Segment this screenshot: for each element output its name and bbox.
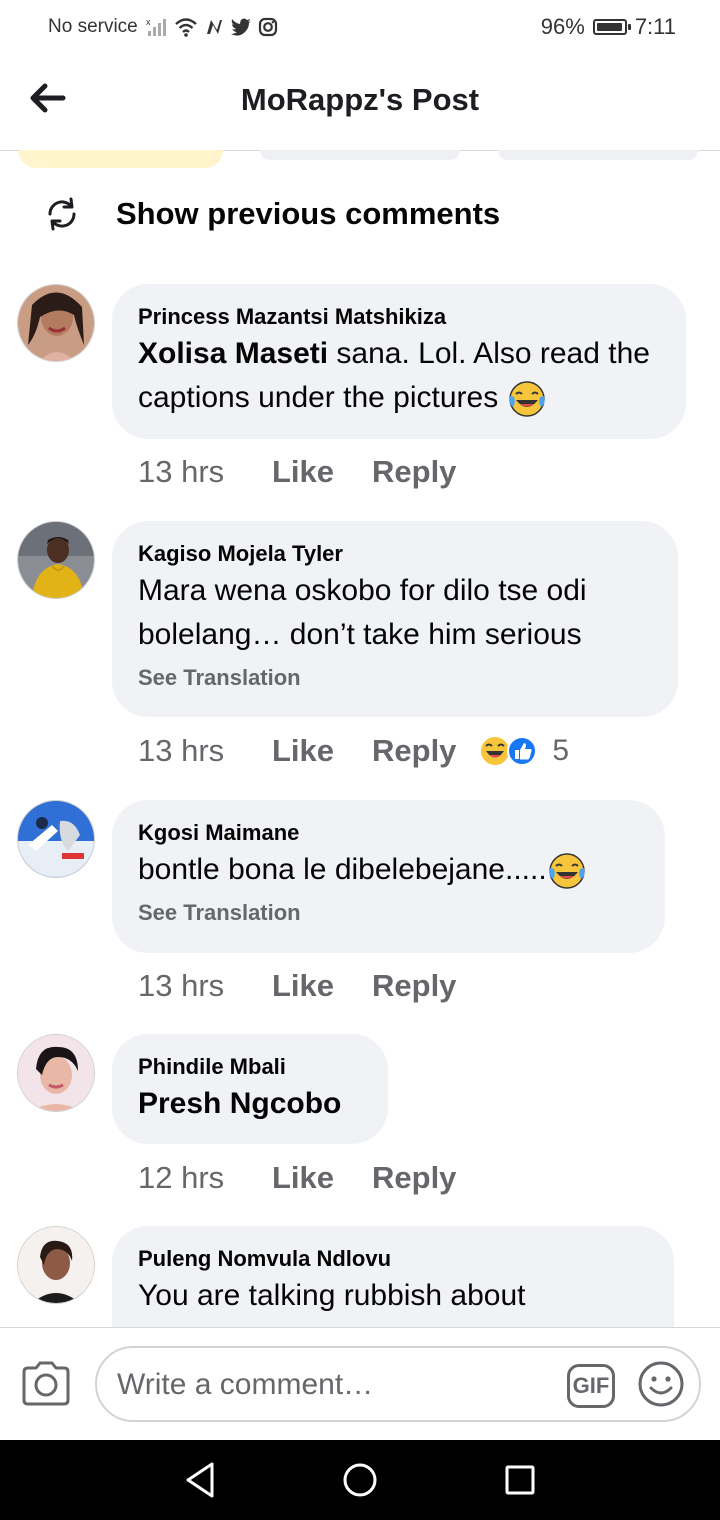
comment-text: You are talking rubbish about xyxy=(138,1279,526,1312)
comment-text: Mara wena oskobo for dilo tse odi bolela… xyxy=(138,574,587,651)
post-header: MoRappz's Post xyxy=(0,56,720,151)
avatar[interactable] xyxy=(17,284,95,362)
twitter-icon xyxy=(230,18,251,36)
show-previous-label: Show previous comments xyxy=(116,196,501,231)
avatar-photo xyxy=(18,522,94,598)
recents-square-icon xyxy=(505,1465,535,1495)
mention-link[interactable]: Xolisa Maseti xyxy=(138,337,328,370)
comment-author[interactable]: Kagiso Mojela Tyler xyxy=(138,539,652,569)
back-triangle-icon xyxy=(186,1462,214,1498)
comment-input[interactable]: Write a comment… GIF xyxy=(95,1346,701,1422)
mention-link[interactable]: Presh Ngcobo xyxy=(138,1087,341,1120)
comment-time: 12 hrs xyxy=(138,1160,225,1195)
comment-time: 13 hrs xyxy=(138,968,225,1003)
comment-bubble[interactable]: Kgosi Maimane bontle bona le dibelebejan… xyxy=(112,800,665,953)
comment-meta: 13 hrs Like Reply xyxy=(138,968,456,1004)
clock: 7:11 xyxy=(634,14,676,39)
no-signal-icon: x xyxy=(146,17,166,36)
wifi-icon xyxy=(174,18,197,37)
like-reaction-icon xyxy=(507,736,538,766)
nav-home-button[interactable] xyxy=(341,1460,379,1505)
partial-pill-left xyxy=(18,150,223,168)
reply-button[interactable]: Reply xyxy=(372,968,456,1004)
reply-button[interactable]: Reply xyxy=(372,1160,456,1196)
comment-meta: 12 hrs Like Reply xyxy=(138,1160,456,1196)
laughing-tears-emoji xyxy=(548,853,585,889)
comment-body: bontle bona le dibelebejane..... xyxy=(138,853,547,886)
system-nav-bar xyxy=(0,1440,720,1520)
comment-composer: Write a comment… GIF xyxy=(0,1327,720,1441)
battery-level-fill xyxy=(596,23,622,31)
comment: Puleng Nomvula Ndlovu You are talking ru… xyxy=(0,1226,720,1327)
comment-bubble[interactable]: Kagiso Mojela Tyler Mara wena oskobo for… xyxy=(112,521,678,717)
like-button[interactable]: Like xyxy=(272,1160,372,1196)
emoji-button[interactable] xyxy=(637,1360,685,1413)
nav-back-button[interactable] xyxy=(182,1460,218,1505)
avatar-photo xyxy=(18,285,94,361)
avatar[interactable] xyxy=(17,1226,95,1304)
see-translation-link[interactable]: See Translation xyxy=(138,898,639,928)
status-left: No service x xyxy=(48,16,278,38)
instagram-icon xyxy=(258,17,277,37)
reply-button[interactable]: Reply xyxy=(372,733,456,769)
carrier-label: No service xyxy=(48,16,138,37)
gif-button[interactable]: GIF xyxy=(567,1364,615,1408)
comment-author[interactable]: Puleng Nomvula Ndlovu xyxy=(138,1244,648,1274)
comment-author[interactable]: Princess Mazantsi Matshikiza xyxy=(138,302,660,332)
comment-time: 13 hrs xyxy=(138,733,225,768)
avatar[interactable] xyxy=(17,800,95,878)
comment-author[interactable]: Kgosi Maimane xyxy=(138,818,639,848)
see-translation-link[interactable]: See Translation xyxy=(138,663,652,693)
comment-time: 13 hrs xyxy=(138,454,225,489)
page-title: MoRappz's Post xyxy=(240,82,480,117)
like-button[interactable]: Like xyxy=(272,733,372,769)
avatar-photo xyxy=(18,1227,94,1303)
comment-input-placeholder: Write a comment… xyxy=(117,1368,374,1401)
comment-bubble[interactable]: Phindile Mbali Presh Ngcobo xyxy=(112,1034,388,1144)
comment-meta: 13 hrs Like Reply 5 xyxy=(138,733,569,769)
comment-bubble[interactable]: Puleng Nomvula Ndlovu You are talking ru… xyxy=(112,1226,674,1327)
avatar-photo xyxy=(18,801,94,877)
show-previous-comments[interactable]: Show previous comments xyxy=(44,196,500,232)
nav-recents-button[interactable] xyxy=(502,1460,538,1505)
status-right: 96% 7:11 xyxy=(541,14,676,40)
comment-text: Xolisa Maseti sana. Lol. Also read the c… xyxy=(138,332,660,420)
battery-percent: 96% xyxy=(540,14,585,39)
comment-meta: 13 hrs Like Reply xyxy=(138,454,456,490)
like-button[interactable]: Like xyxy=(272,454,372,490)
comment-author[interactable]: Phindile Mbali xyxy=(138,1052,362,1082)
avatar[interactable] xyxy=(17,521,95,599)
comment-text: bontle bona le dibelebejane..... xyxy=(138,848,639,892)
svg-text:x: x xyxy=(146,17,151,27)
laughing-tears-emoji xyxy=(508,381,545,417)
comment-text: Presh Ngcobo xyxy=(138,1082,362,1126)
home-circle-icon xyxy=(343,1463,377,1497)
camera-button[interactable] xyxy=(20,1360,72,1411)
status-bar: No service x 96% 7:11 xyxy=(0,0,720,56)
smiley-icon xyxy=(638,1361,684,1407)
comment-bubble[interactable]: Princess Mazantsi Matshikiza Xolisa Mase… xyxy=(112,284,686,439)
camera-icon xyxy=(22,1361,70,1406)
avatar-photo xyxy=(18,1035,94,1111)
partial-pill-right xyxy=(498,150,698,160)
like-button[interactable]: Like xyxy=(272,968,372,1004)
refresh-icon xyxy=(48,197,76,231)
n-app-icon xyxy=(206,20,222,34)
reply-button[interactable]: Reply xyxy=(372,454,456,490)
reaction-summary[interactable]: 5 xyxy=(478,734,569,768)
battery-icon xyxy=(592,19,631,35)
partial-pill-middle xyxy=(260,150,460,160)
avatar[interactable] xyxy=(17,1034,95,1112)
reaction-count: 5 xyxy=(552,734,570,767)
